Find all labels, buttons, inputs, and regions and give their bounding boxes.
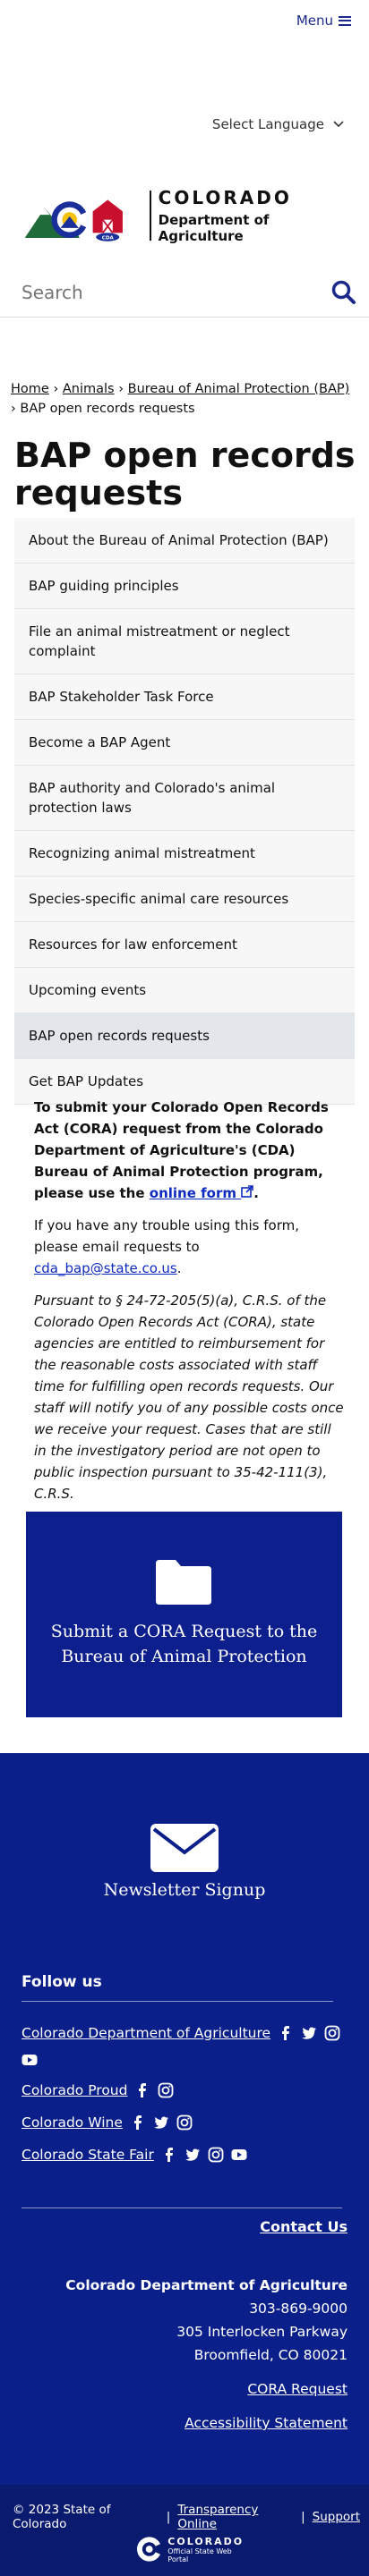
email-link[interactable]: cda_bap@state.co.us [34,1260,177,1276]
menu-label: Menu [296,13,333,29]
state-logo-title: COLORADO [167,2535,245,2547]
intro-paragraph: To submit your Colorado Open Records Act… [34,1099,329,1201]
external-link-icon [241,1185,254,1198]
trouble-paragraph: If you have any trouble using this form,… [34,1217,299,1276]
nav-item-open-records[interactable]: BAP open records requests [14,1013,355,1059]
accessibility-link[interactable]: Accessibility Statement [184,2415,348,2431]
envelope-icon[interactable] [149,1822,220,1874]
department-address-line1: 305 Interlocken Parkway [176,2324,348,2340]
logo-divider [149,191,151,241]
social-row-cda: Colorado Department of Agriculture [21,2021,342,2068]
footer-divider [21,2207,342,2208]
facebook-icon[interactable] [134,2082,150,2098]
department-name: Colorado Department of Agriculture [65,2277,348,2293]
twitter-icon[interactable] [153,2114,169,2131]
online-form-label: online form [149,1185,236,1201]
section-nav: About the Bureau of Animal Protection (B… [14,518,355,1105]
bottom-bar: © 2023 State of Colorado | Transparency … [0,2485,369,2576]
facebook-icon[interactable] [278,2025,294,2041]
department-phone: 303-869-9000 [249,2301,348,2317]
cora-card-label: Submit a CORA Request to the Bureau of A… [50,1622,318,1666]
breadcrumb-bap[interactable]: Bureau of Animal Protection (BAP) [128,382,350,396]
breadcrumb-current: BAP open records requests [20,402,195,416]
support-link[interactable]: Support [313,2510,360,2524]
instagram-icon[interactable] [324,2025,340,2041]
language-label: Select Language [211,116,324,132]
department-address-line2: Broomfield, CO 80021 [193,2347,348,2363]
search-icon[interactable] [331,280,356,305]
cora-request-link[interactable]: CORA Request [247,2381,348,2397]
facebook-icon[interactable] [161,2147,177,2163]
twitter-icon[interactable] [184,2147,201,2163]
social-link-state-fair[interactable]: Colorado State Fair [21,2143,154,2166]
logo-title: COLORADO [158,187,292,208]
state-portal-logo[interactable]: COLORADO Official State Web Portal [136,2534,253,2564]
youtube-icon[interactable] [231,2147,247,2163]
nav-item-become-agent[interactable]: Become a BAP Agent [14,720,355,766]
department-info: Colorado Department of Agriculture 303-8… [65,2274,348,2435]
breadcrumb-animals[interactable]: Animals [63,382,115,396]
nav-item-guiding-principles[interactable]: BAP guiding principles [14,564,355,609]
twitter-icon[interactable] [301,2025,317,2041]
legal-separator: | [301,2510,305,2524]
site-footer: Newsletter Signup Follow us Colorado Dep… [0,1753,369,2485]
social-row-state-fair: Colorado State Fair [21,2143,342,2166]
instagram-icon[interactable] [158,2082,174,2098]
statute-paragraph: Pursuant to § 24-72-205(5)(a), C.R.S. of… [34,1292,344,1502]
breadcrumb-separator: › [118,382,124,396]
social-link-colorado-proud[interactable]: Colorado Proud [21,2079,127,2102]
instagram-icon[interactable] [176,2114,193,2131]
nav-item-about-bap[interactable]: About the Bureau of Animal Protection (B… [14,518,355,564]
newsletter-signup-link[interactable]: Newsletter Signup [0,1880,369,1900]
contact-us-link[interactable]: Contact Us [260,2218,348,2235]
site-logo[interactable]: CDA COLORADO Department of Agriculture [21,187,344,244]
social-link-cda[interactable]: Colorado Department of Agriculture [21,2021,270,2045]
instagram-icon[interactable] [208,2147,224,2163]
transparency-link[interactable]: Transparency Online [177,2503,294,2531]
nav-item-authority-laws[interactable]: BAP authority and Colorado's animal prot… [14,766,355,831]
nav-item-task-force[interactable]: BAP Stakeholder Task Force [14,674,355,720]
legal-separator: | [166,2510,171,2524]
youtube-icon[interactable] [21,2052,38,2068]
colorado-c-icon [136,2537,163,2562]
breadcrumb-separator: › [53,382,59,396]
logo-badge: CDA [102,235,115,241]
online-form-link[interactable]: online form [149,1185,254,1201]
breadcrumb: Home › Animals › Bureau of Animal Protec… [11,379,358,419]
state-logo-subtitle: Official State Web Portal [167,2546,232,2563]
hamburger-icon [339,15,351,26]
breadcrumb-home[interactable]: Home [11,382,49,396]
nav-item-law-enforcement[interactable]: Resources for law enforcement [14,922,355,968]
header-divider [0,317,369,318]
breadcrumb-separator: › [11,402,16,416]
chevron-down-icon [333,121,344,128]
menu-button[interactable]: Menu [296,13,351,29]
footer-divider [21,2001,333,2002]
logo-subtitle: Department of Agriculture [158,212,270,244]
nav-item-species-care[interactable]: Species-specific animal care resources [14,877,355,922]
language-select[interactable]: Select Language [212,116,344,132]
social-row-proud: Colorado Proud [21,2079,342,2102]
cda-logo-icon: CDA [24,199,123,242]
social-row-wine: Colorado Wine [21,2111,342,2134]
nav-item-recognizing-mistreatment[interactable]: Recognizing animal mistreatment [14,831,355,877]
trouble-text: If you have any trouble using this form,… [34,1217,299,1255]
facebook-icon[interactable] [130,2114,146,2131]
social-link-colorado-wine[interactable]: Colorado Wine [21,2111,123,2134]
page-title: BAP open records requests [14,436,356,513]
search-input[interactable] [21,282,290,303]
copyright: © 2023 State of Colorado [13,2503,111,2531]
cora-request-card[interactable]: Submit a CORA Request to the Bureau of A… [26,1512,342,1717]
nav-item-upcoming-events[interactable]: Upcoming events [14,968,355,1013]
follow-heading: Follow us [21,1973,102,1991]
nav-item-file-complaint[interactable]: File an animal mistreatment or neglect c… [14,609,355,674]
main-content: To submit your Colorado Open Records Act… [34,1097,344,1515]
search-bar [21,273,356,312]
legal-links: © 2023 State of Colorado | Transparency … [13,2503,360,2531]
folder-icon [156,1560,211,1605]
